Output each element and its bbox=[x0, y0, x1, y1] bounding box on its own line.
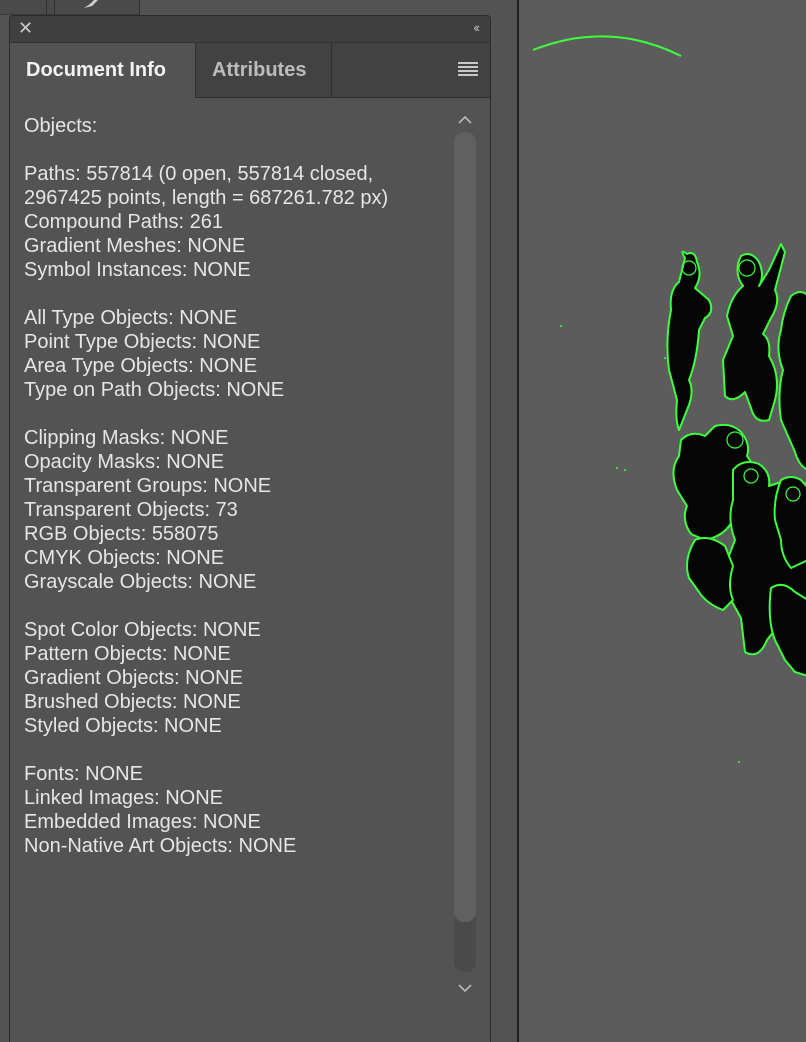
info-line: 2967425 points, length = 687261.782 px) bbox=[24, 187, 389, 209]
info-line: Gradient Objects: NONE bbox=[24, 667, 243, 689]
double-chevron-left-icon[interactable]: ‹‹ bbox=[473, 20, 480, 35]
scroll-thumb[interactable] bbox=[454, 132, 476, 922]
tab-document-info[interactable]: Document Info bbox=[10, 43, 196, 98]
info-line: Clipping Masks: NONE bbox=[24, 427, 229, 449]
info-line: Type on Path Objects: NONE bbox=[24, 379, 285, 401]
info-line: Point Type Objects: NONE bbox=[24, 331, 261, 353]
tool-cell[interactable] bbox=[0, 0, 47, 14]
info-line: Linked Images: NONE bbox=[24, 787, 223, 809]
info-line: Objects: bbox=[24, 115, 98, 137]
info-line: CMYK Objects: NONE bbox=[24, 547, 225, 569]
chevron-down-icon[interactable] bbox=[454, 978, 476, 998]
illustrator-window: ✕ ‹‹ Document Info Attributes Objects: Pa… bbox=[0, 0, 806, 1042]
tab-attributes[interactable]: Attributes bbox=[196, 43, 332, 97]
info-line: Transparent Objects: 73 bbox=[24, 499, 238, 521]
info-line: Gradient Meshes: NONE bbox=[24, 235, 246, 257]
tool-strip bbox=[0, 0, 140, 15]
brush-icon[interactable] bbox=[82, 0, 104, 10]
artboard-canvas[interactable] bbox=[517, 0, 806, 1042]
info-line: Grayscale Objects: NONE bbox=[24, 571, 257, 593]
artwork[interactable] bbox=[519, 0, 806, 1042]
hamburger-menu-icon[interactable] bbox=[458, 62, 478, 76]
info-line: Paths: 557814 (0 open, 557814 closed, bbox=[24, 163, 374, 185]
chevron-up-icon[interactable] bbox=[454, 110, 476, 130]
info-line: Styled Objects: NONE bbox=[24, 715, 222, 737]
panel-titlebar[interactable]: ✕ ‹‹ bbox=[10, 16, 490, 43]
info-line: Opacity Masks: NONE bbox=[24, 451, 225, 473]
close-icon[interactable]: ✕ bbox=[18, 19, 34, 37]
info-line: Spot Color Objects: NONE bbox=[24, 619, 261, 641]
info-line: Pattern Objects: NONE bbox=[24, 643, 231, 665]
panel-tab-bar: Document Info Attributes bbox=[10, 43, 490, 98]
document-info-panel: ✕ ‹‹ Document Info Attributes Objects: Pa… bbox=[9, 15, 491, 1042]
document-info-text[interactable]: Objects: Paths: 557814 (0 open, 557814 cl… bbox=[24, 114, 444, 858]
info-line: Symbol Instances: NONE bbox=[24, 259, 251, 281]
info-line: Non-Native Art Objects: NONE bbox=[24, 835, 297, 857]
info-line: Area Type Objects: NONE bbox=[24, 355, 258, 377]
info-line: Compound Paths: 261 bbox=[24, 211, 224, 233]
info-line: Transparent Groups: NONE bbox=[24, 475, 272, 497]
info-line: All Type Objects: NONE bbox=[24, 307, 238, 329]
vertical-scrollbar[interactable] bbox=[454, 110, 476, 998]
document-info-content: Objects: Paths: 557814 (0 open, 557814 cl… bbox=[10, 98, 490, 1042]
info-line: RGB Objects: 558075 bbox=[24, 523, 219, 545]
info-line: Brushed Objects: NONE bbox=[24, 691, 241, 713]
info-line: Embedded Images: NONE bbox=[24, 811, 261, 833]
info-line: Fonts: NONE bbox=[24, 763, 143, 785]
